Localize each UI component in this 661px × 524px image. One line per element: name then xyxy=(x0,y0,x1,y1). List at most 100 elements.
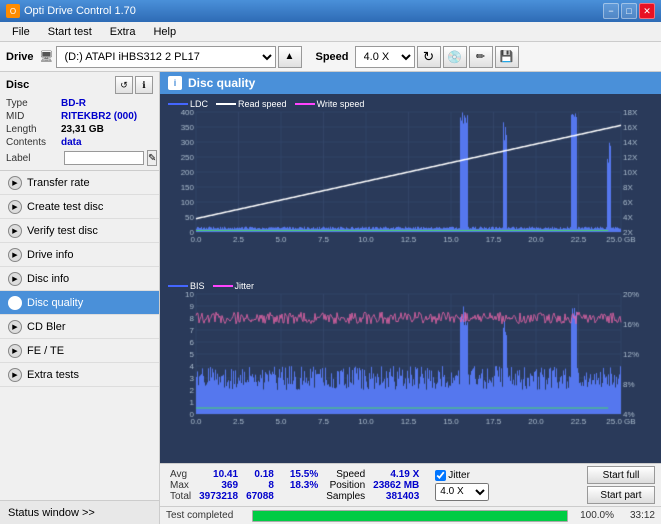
cd-bler-icon: ▶ xyxy=(8,320,22,334)
jitter-checkbox[interactable] xyxy=(435,470,446,481)
disc-panel: Disc ↺ ℹ Type BD-R MID RITEKBR2 (000) Le… xyxy=(0,72,159,171)
menu-help[interactable]: Help xyxy=(145,24,184,40)
sidebar-item-cd-bler[interactable]: ▶ CD Bler xyxy=(0,315,159,339)
avg-ldc: 10.41 xyxy=(195,469,242,480)
progress-bar-container: Test completed 100.0% 33:12 xyxy=(160,506,661,524)
fe-te-icon: ▶ xyxy=(8,344,22,358)
sidebar-item-extra-tests[interactable]: ▶ Extra tests xyxy=(0,363,159,387)
disc-quality-icon: ▶ xyxy=(8,296,22,310)
bis-label: BIS xyxy=(190,281,205,291)
menu-start-test[interactable]: Start test xyxy=(40,24,100,40)
mid-value: RITEKBR2 (000) xyxy=(61,111,137,122)
length-value: 23,31 GB xyxy=(61,124,104,135)
menu-file[interactable]: File xyxy=(4,24,38,40)
start-part-button[interactable]: Start part xyxy=(587,486,655,504)
jitter-check-label: Jitter xyxy=(448,470,470,481)
drive-eject-button[interactable]: ▲ xyxy=(278,46,302,68)
progress-track xyxy=(252,510,568,522)
test-buttons: Start full Start part xyxy=(587,466,655,504)
disc-header: Disc xyxy=(6,79,29,91)
verify-test-icon: ▶ xyxy=(8,224,22,238)
create-test-label: Create test disc xyxy=(27,201,103,213)
lower-legend: BIS Jitter xyxy=(164,280,657,292)
speed-dropdown[interactable]: 4.0 X xyxy=(435,483,489,501)
jitter-label: Jitter xyxy=(235,281,255,291)
sidebar-item-disc-quality[interactable]: ▶ Disc quality xyxy=(0,291,159,315)
status-window-button[interactable]: Status window >> xyxy=(0,500,159,524)
write-speed-legend: Write speed xyxy=(295,99,365,109)
maximize-button[interactable]: □ xyxy=(621,3,637,19)
progress-time: 33:12 xyxy=(620,510,655,521)
disc-quality-header: i Disc quality xyxy=(160,72,661,94)
nav-section: ▶ Transfer rate ▶ Create test disc ▶ Ver… xyxy=(0,171,159,500)
app-icon: O xyxy=(6,4,20,18)
contents-value: data xyxy=(61,137,82,148)
max-jitter: 18.3% xyxy=(286,480,322,491)
total-label: Total xyxy=(166,491,195,502)
refresh-button[interactable]: ↻ xyxy=(417,46,441,68)
main-content: Disc ↺ ℹ Type BD-R MID RITEKBR2 (000) Le… xyxy=(0,72,661,524)
disc-mid-row: MID RITEKBR2 (000) xyxy=(6,111,153,122)
extra-tests-icon: ▶ xyxy=(8,368,22,382)
jitter-color xyxy=(213,285,233,287)
disc-info-label: Disc info xyxy=(27,273,69,285)
disc-info-icon: ▶ xyxy=(8,272,22,286)
samples-label: Samples xyxy=(322,491,369,502)
sidebar-item-fe-te[interactable]: ▶ FE / TE xyxy=(0,339,159,363)
bis-color xyxy=(168,285,188,287)
dq-title: Disc quality xyxy=(188,76,255,90)
transfer-rate-label: Transfer rate xyxy=(27,177,90,189)
disc-quality-label: Disc quality xyxy=(27,297,83,309)
minimize-button[interactable]: − xyxy=(603,3,619,19)
read-speed-color xyxy=(216,103,236,105)
drive-select[interactable]: (D:) ATAPI iHBS312 2 PL17 xyxy=(56,46,276,68)
fe-te-label: FE / TE xyxy=(27,345,64,357)
sidebar-item-create-test-disc[interactable]: ▶ Create test disc xyxy=(0,195,159,219)
ldc-label: LDC xyxy=(190,99,208,109)
ldc-legend: LDC xyxy=(168,99,208,109)
sidebar-item-transfer-rate[interactable]: ▶ Transfer rate xyxy=(0,171,159,195)
drive-bar: Drive 🖥 (D:) ATAPI iHBS312 2 PL17 ▲ Spee… xyxy=(0,42,661,72)
save-button[interactable]: 💾 xyxy=(495,46,519,68)
write-button[interactable]: ✏ xyxy=(469,46,493,68)
start-full-button[interactable]: Start full xyxy=(587,466,655,484)
title-bar-left: O Opti Drive Control 1.70 xyxy=(6,4,136,18)
bis-legend: BIS xyxy=(168,281,205,291)
speed-label: Speed xyxy=(316,51,349,63)
max-label: Max xyxy=(166,480,195,491)
stats-bar: Avg 10.41 0.18 15.5% Speed 4.19 X Max 36… xyxy=(160,463,661,506)
title-bar: O Opti Drive Control 1.70 − □ ✕ xyxy=(0,0,661,22)
total-bis: 67088 xyxy=(242,491,278,502)
label-label: Label xyxy=(6,153,61,164)
title-bar-controls: − □ ✕ xyxy=(603,3,655,19)
read-speed-legend: Read speed xyxy=(216,99,287,109)
position-label: Position xyxy=(322,480,369,491)
sidebar-item-verify-test-disc[interactable]: ▶ Verify test disc xyxy=(0,219,159,243)
sidebar-item-disc-info[interactable]: ▶ Disc info xyxy=(0,267,159,291)
close-button[interactable]: ✕ xyxy=(639,3,655,19)
stats-table: Avg 10.41 0.18 15.5% Speed 4.19 X Max 36… xyxy=(166,469,423,502)
charts-container: LDC Read speed Write speed xyxy=(160,94,661,463)
speed-label-stat: Speed xyxy=(322,469,369,480)
progress-percent: 100.0% xyxy=(574,510,614,521)
drive-info-icon: ▶ xyxy=(8,248,22,262)
sidebar-item-drive-info[interactable]: ▶ Drive info xyxy=(0,243,159,267)
type-label: Type xyxy=(6,98,61,109)
extra-tests-label: Extra tests xyxy=(27,369,79,381)
jitter-checkbox-row: Jitter xyxy=(435,470,489,481)
disc-refresh-btn[interactable]: ↺ xyxy=(115,76,133,94)
disc-button[interactable]: 💿 xyxy=(443,46,467,68)
upper-chart-canvas xyxy=(164,110,657,250)
lower-chart-canvas xyxy=(164,292,657,432)
lower-chart-wrapper: BIS Jitter xyxy=(164,280,657,460)
disc-length-row: Length 23,31 GB xyxy=(6,124,153,135)
label-edit-btn[interactable]: ✎ xyxy=(147,150,157,166)
disc-label-row: Label ✎ xyxy=(6,150,153,166)
menu-extra[interactable]: Extra xyxy=(102,24,144,40)
avg-speed: 4.19 X xyxy=(369,469,423,480)
label-input[interactable] xyxy=(64,151,144,165)
disc-info-btn[interactable]: ℹ xyxy=(135,76,153,94)
upper-chart-wrapper: LDC Read speed Write speed xyxy=(164,98,657,278)
progress-fill xyxy=(253,511,567,521)
speed-select[interactable]: 4.0 X xyxy=(355,46,415,68)
